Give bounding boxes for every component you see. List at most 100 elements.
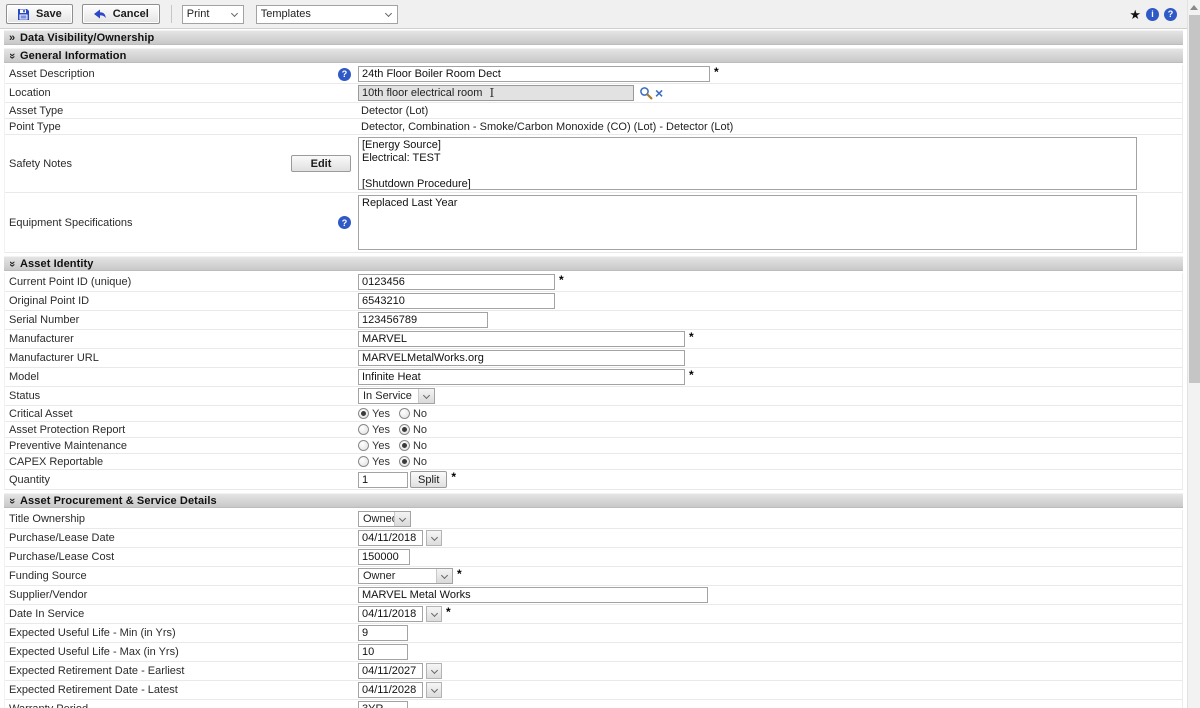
clear-icon[interactable]: × <box>655 86 663 100</box>
help-icon[interactable]: ? <box>1164 7 1177 21</box>
quantity-input[interactable] <box>358 471 408 488</box>
asset-protection-report-yes-radio[interactable]: Yes <box>358 424 390 436</box>
capex-reportable-no-radio[interactable]: No <box>398 456 427 468</box>
scroll-up-button[interactable] <box>1188 0 1200 14</box>
status-select[interactable]: In Service <box>358 388 435 404</box>
calendar-dropdown-icon[interactable] <box>426 606 442 622</box>
expand-icon[interactable]: » <box>4 32 20 43</box>
field-label: Purchase/Lease Cost <box>9 551 115 563</box>
field-label-cell: Date In Service <box>5 608 357 620</box>
capex-reportable-yes-radio[interactable]: Yes <box>358 456 390 468</box>
field-label-cell: Asset Description? <box>5 67 357 81</box>
help-icon[interactable]: ? <box>338 216 351 229</box>
field-control-cell: Yes No <box>357 455 1182 469</box>
field-control-cell <box>357 529 1182 547</box>
row-asset-description: Asset Description? * <box>5 65 1182 84</box>
field-control-cell: Yes No <box>357 407 1182 421</box>
row-location: Location 10th floor electrical room I × <box>5 84 1182 103</box>
collapse-icon[interactable]: » <box>6 256 18 272</box>
row-purchase-lease-cost: Purchase/Lease Cost <box>5 548 1182 567</box>
templates-select[interactable]: Templates <box>255 4 398 24</box>
radio-label: Yes <box>372 407 390 420</box>
title-ownership-select[interactable]: Owned <box>358 511 411 527</box>
undo-arrow-icon <box>93 8 107 20</box>
chevron-shape <box>430 666 438 674</box>
safety-notes-textarea[interactable] <box>358 137 1137 190</box>
help-icon[interactable]: ? <box>338 67 351 81</box>
section-header-asset-procurement[interactable]: » Asset Procurement & Service Details <box>4 493 1183 508</box>
save-button[interactable]: Save <box>6 4 73 24</box>
cancel-button[interactable]: Cancel <box>81 4 160 24</box>
field-label: Original Point ID <box>9 295 90 307</box>
supplier-vendor-input[interactable] <box>358 587 708 603</box>
purchase-lease-date-input[interactable] <box>358 530 423 546</box>
radio-icon <box>398 424 410 435</box>
expected-useful-life-min-in-yrs-input[interactable] <box>358 625 408 641</box>
manufacturer-url-input[interactable] <box>358 350 685 366</box>
radio-icon <box>398 408 410 419</box>
field-label-cell: Expected Useful Life - Min (in Yrs) <box>5 627 357 639</box>
field-control-cell: Detector, Combination - Smoke/Carbon Mon… <box>357 120 1182 134</box>
page-scrollbar[interactable] <box>1187 0 1200 708</box>
expected-retirement-date-earliest-input[interactable] <box>358 663 423 679</box>
expected-useful-life-max-in-yrs-input[interactable] <box>358 644 408 660</box>
split-button[interactable]: Split <box>410 471 448 488</box>
field-control-cell <box>357 349 1182 367</box>
form-content: » Data Visibility/Ownership » General In… <box>4 30 1183 708</box>
field-control-cell: 10th floor electrical room I × <box>357 84 1182 102</box>
radio-label: Yes <box>372 439 390 452</box>
model-input[interactable] <box>358 369 685 385</box>
chevron-down-icon <box>436 569 452 583</box>
manufacturer-input[interactable] <box>358 331 685 347</box>
calendar-dropdown-icon[interactable] <box>426 682 442 698</box>
collapse-icon[interactable]: » <box>6 48 18 64</box>
field-control-cell <box>357 700 1182 708</box>
field-label: CAPEX Reportable <box>9 455 104 468</box>
expected-retirement-date-latest-input[interactable] <box>358 682 423 698</box>
preventive-maintenance-no-radio[interactable]: No <box>398 440 427 452</box>
calendar-dropdown-icon[interactable] <box>426 663 442 679</box>
preventive-maintenance-yes-radio[interactable]: Yes <box>358 440 390 452</box>
info-icon[interactable]: i <box>1146 7 1159 21</box>
section-header-data-visibility-ownership[interactable]: » Data Visibility/Ownership <box>4 30 1183 45</box>
scrollbar-thumb[interactable] <box>1189 15 1200 383</box>
warranty-period-input[interactable] <box>358 701 408 708</box>
asset-protection-report-no-radio[interactable]: No <box>398 424 427 436</box>
collapse-icon[interactable]: » <box>6 493 18 509</box>
row-current-point-id-unique: Current Point ID (unique) * <box>5 273 1182 292</box>
field-control-cell <box>357 194 1182 251</box>
field-control-cell <box>357 681 1182 699</box>
funding-source-select[interactable]: Owner <box>358 568 453 584</box>
field-label: Warranty Period <box>5 703 88 708</box>
required-asterisk: * <box>457 567 462 581</box>
row-serial-number: Serial Number <box>5 311 1182 330</box>
edit-button[interactable]: Edit <box>291 155 351 172</box>
section-header-general-information[interactable]: » General Information <box>4 48 1183 63</box>
field-label-cell: Model <box>5 371 357 383</box>
original-point-id-input[interactable] <box>358 293 555 309</box>
critical-asset-yes-radio[interactable]: Yes <box>358 408 390 420</box>
critical-asset-no-radio[interactable]: No <box>398 408 427 420</box>
field-control-cell: * <box>357 605 1182 623</box>
section-rows: Title Ownership Owned Purchase/Lease Date P… <box>4 510 1183 708</box>
field-label: Asset Description <box>9 68 95 80</box>
serial-number-input[interactable] <box>358 312 488 328</box>
calendar-dropdown-icon[interactable] <box>426 530 442 546</box>
field-label: Point Type <box>9 120 61 133</box>
field-label: Purchase/Lease Date <box>9 532 115 544</box>
print-select[interactable]: Print <box>181 4 244 24</box>
location-input[interactable]: 10th floor electrical room I <box>358 85 634 101</box>
row-safety-notes: Safety Notes Edit <box>5 135 1182 193</box>
section-header-asset-identity[interactable]: » Asset Identity <box>4 256 1183 271</box>
purchase-lease-cost-input[interactable] <box>358 549 410 565</box>
field-label: Model <box>9 371 39 383</box>
field-label-cell: Quantity <box>5 474 357 486</box>
asset-description-input[interactable] <box>358 66 710 82</box>
favorite-star-icon[interactable]: ★ <box>1129 8 1141 21</box>
date-in-service-input[interactable] <box>358 606 423 622</box>
search-icon[interactable] <box>639 86 653 100</box>
current-point-id-unique-input[interactable] <box>358 274 555 290</box>
field-control-cell <box>357 136 1182 191</box>
equipment-specifications-textarea[interactable] <box>358 195 1137 250</box>
row-expected-useful-life-max-in-yrs: Expected Useful Life - Max (in Yrs) <box>5 643 1182 662</box>
